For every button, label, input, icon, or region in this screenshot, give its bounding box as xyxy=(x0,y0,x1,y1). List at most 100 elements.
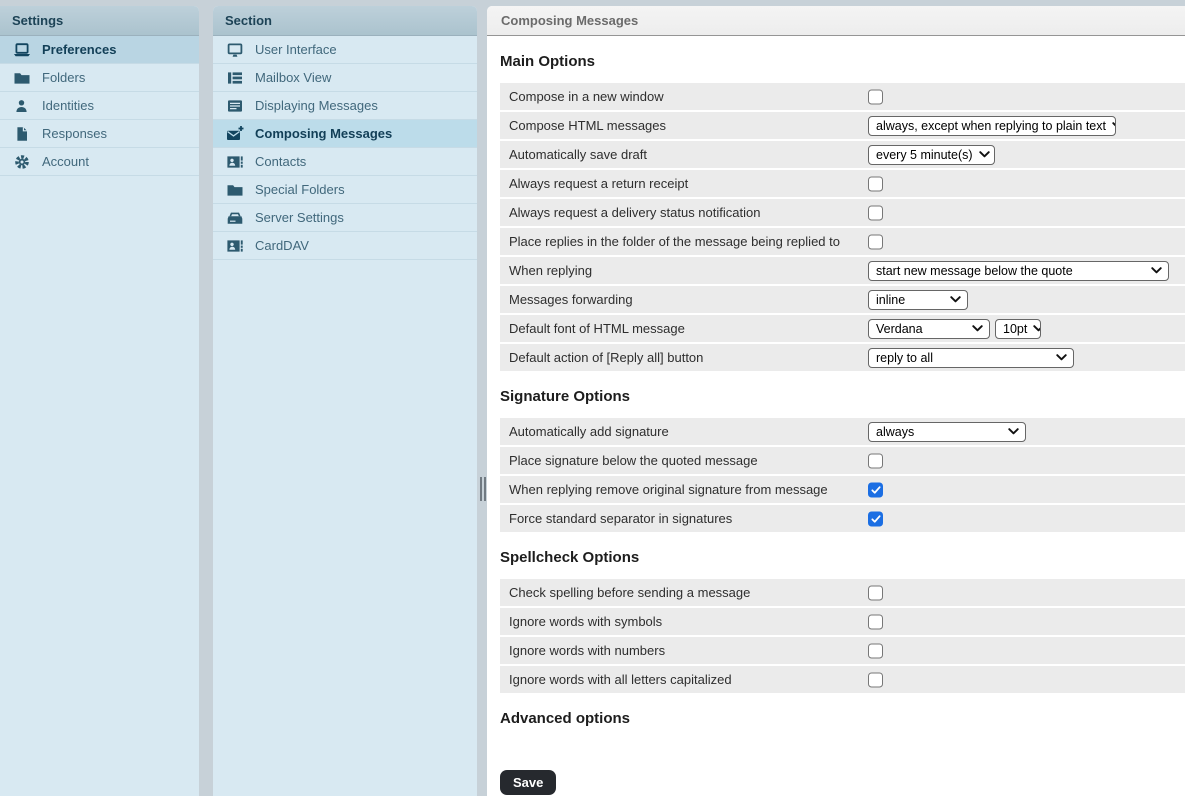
chevron-down-icon xyxy=(950,296,961,303)
select-value: reply to all xyxy=(876,351,933,365)
row-label: Force standard separator in signatures xyxy=(500,511,732,526)
compose-in-a-new-window-checkbox[interactable] xyxy=(868,89,883,104)
settings-row: Compose in a new window xyxy=(500,83,1185,110)
chevron-down-icon xyxy=(1008,428,1019,435)
settings-row: Automatically save draftevery 5 minute(s… xyxy=(500,141,1185,168)
row-label: Default font of HTML message xyxy=(500,321,685,336)
row-label: When replying xyxy=(500,263,592,278)
settings-row: Force standard separator in signatures xyxy=(500,505,1185,532)
section-heading-signature-options: Signature Options xyxy=(500,388,1185,405)
nav-item-composing-messages[interactable]: Composing Messages xyxy=(213,120,477,148)
settings-row: Place signature below the quoted message xyxy=(500,447,1185,474)
row-label: When replying remove original signature … xyxy=(500,482,828,497)
default-font-of-html-message-1-select[interactable]: 10pt xyxy=(995,319,1041,339)
force-standard-separator-in-signatures-checkbox[interactable] xyxy=(868,511,883,526)
nav-item-label: Composing Messages xyxy=(255,126,392,141)
settings-row: Automatically add signature always xyxy=(500,418,1185,445)
row-label: Always request a delivery status notific… xyxy=(500,205,760,220)
when-replying-remove-original-signature-from-mes-checkbox[interactable] xyxy=(868,482,883,497)
settings-row: Default font of HTML message Verdana 10pt xyxy=(500,315,1185,342)
automatically-add-signature-select[interactable]: always xyxy=(868,422,1026,442)
section-heading-advanced-options: Advanced options xyxy=(500,710,1185,727)
nav-item-label: Displaying Messages xyxy=(255,98,378,113)
row-control xyxy=(868,643,883,658)
nav-item-label: Mailbox View xyxy=(255,70,331,85)
row-label: Ignore words with numbers xyxy=(500,643,665,658)
nav-item-contacts[interactable]: Contacts xyxy=(213,148,477,176)
chevron-down-icon xyxy=(979,151,990,158)
nav-item-mailbox-view[interactable]: Mailbox View xyxy=(213,64,477,92)
section-nav-list: User Interface Mailbox View Displaying Mes… xyxy=(213,36,477,260)
when-replying-select[interactable]: start new message below the quote xyxy=(868,261,1169,281)
nav-item-special-folders[interactable]: Special Folders xyxy=(213,176,477,204)
nav-item-displaying-messages[interactable]: Displaying Messages xyxy=(213,92,477,120)
settings-row: Messages forwardinginline xyxy=(500,286,1185,313)
nav-item-user-interface[interactable]: User Interface xyxy=(213,36,477,64)
automatically-save-draft-select[interactable]: every 5 minute(s) xyxy=(868,145,995,165)
nav-item-label: CardDAV xyxy=(255,238,309,253)
row-control: always, except when replying to plain te… xyxy=(868,116,1116,136)
vcard-icon xyxy=(226,238,244,254)
row-label: Place replies in the folder of the messa… xyxy=(500,234,840,249)
select-value: Verdana xyxy=(876,322,923,336)
section-heading-main-options: Main Options xyxy=(500,53,1185,70)
row-label: Compose HTML messages xyxy=(500,118,666,133)
row-control xyxy=(868,205,883,220)
nav-item-label: Server Settings xyxy=(255,210,344,225)
nav-item-folders[interactable]: Folders xyxy=(0,64,199,92)
select-value: always xyxy=(876,425,914,439)
select-value: every 5 minute(s) xyxy=(876,148,973,162)
nav-item-identities[interactable]: Identities xyxy=(0,92,199,120)
nav-item-carddav[interactable]: CardDAV xyxy=(213,232,477,260)
splitter-handle[interactable] xyxy=(479,477,487,501)
display-icon xyxy=(13,42,31,58)
row-label: Ignore words with all letters capitalize… xyxy=(500,672,732,687)
settings-row: Compose HTML messages always, except when… xyxy=(500,112,1185,139)
settings-row: Always request a delivery status notific… xyxy=(500,199,1185,226)
settings-row: When replying start new message below the… xyxy=(500,257,1185,284)
ignore-words-with-numbers-checkbox[interactable] xyxy=(868,643,883,658)
check-spelling-before-sending-a-message-checkbox[interactable] xyxy=(868,585,883,600)
ignore-words-with-symbols-checkbox[interactable] xyxy=(868,614,883,629)
nav-item-label: Responses xyxy=(42,126,107,141)
default-action-of-reply-all-button-select[interactable]: reply to all xyxy=(868,348,1074,368)
nav-item-responses[interactable]: Responses xyxy=(0,120,199,148)
settings-row: Always request a return receipt xyxy=(500,170,1185,197)
place-replies-in-the-folder-of-the-message-being-checkbox[interactable] xyxy=(868,234,883,249)
row-label: Default action of [Reply all] button xyxy=(500,350,703,365)
nav-item-preferences[interactable]: Preferences xyxy=(0,36,199,64)
chevron-down-icon xyxy=(1033,325,1041,332)
row-control xyxy=(868,614,883,629)
row-label: Automatically add signature xyxy=(500,424,669,439)
nav-item-account[interactable]: Account xyxy=(0,148,199,176)
settings-row: Check spelling before sending a message xyxy=(500,579,1185,606)
compose-html-messages-select[interactable]: always, except when replying to plain te… xyxy=(868,116,1116,136)
page-title: Composing Messages xyxy=(487,6,1185,36)
compose-icon xyxy=(226,126,244,142)
settings-page: Settings PreferencesFoldersIdentitiesRes… xyxy=(0,0,1185,796)
row-control: inline xyxy=(868,290,968,310)
select-value: always, except when replying to plain te… xyxy=(876,119,1106,133)
place-signature-below-the-quoted-message-checkbox[interactable] xyxy=(868,453,883,468)
settings-row: Place replies in the folder of the messa… xyxy=(500,228,1185,255)
chevron-down-icon xyxy=(1151,267,1162,274)
always-request-a-return-receipt-checkbox[interactable] xyxy=(868,176,883,191)
settings-row: Default action of [Reply all] button repl… xyxy=(500,344,1185,371)
always-request-a-delivery-status-notification-checkbox[interactable] xyxy=(868,205,883,220)
row-label: Place signature below the quoted message xyxy=(500,453,758,468)
row-control xyxy=(868,482,883,497)
save-button[interactable]: Save xyxy=(500,770,556,795)
ignore-words-with-all-letters-capitalized-checkbox[interactable] xyxy=(868,672,883,687)
messages-forwarding-select[interactable]: inline xyxy=(868,290,968,310)
vcard-icon xyxy=(226,154,244,170)
default-font-of-html-message-0-select[interactable]: Verdana xyxy=(868,319,990,339)
nav-item-label: Folders xyxy=(42,70,85,85)
nav-item-label: Identities xyxy=(42,98,94,113)
nav-item-label: Account xyxy=(42,154,89,169)
row-control: reply to all xyxy=(868,348,1074,368)
message-icon xyxy=(226,98,244,114)
nav-item-server-settings[interactable]: Server Settings xyxy=(213,204,477,232)
list-icon xyxy=(226,70,244,86)
settings-row: Ignore words with numbers xyxy=(500,637,1185,664)
row-control: Verdana 10pt xyxy=(868,319,1041,339)
